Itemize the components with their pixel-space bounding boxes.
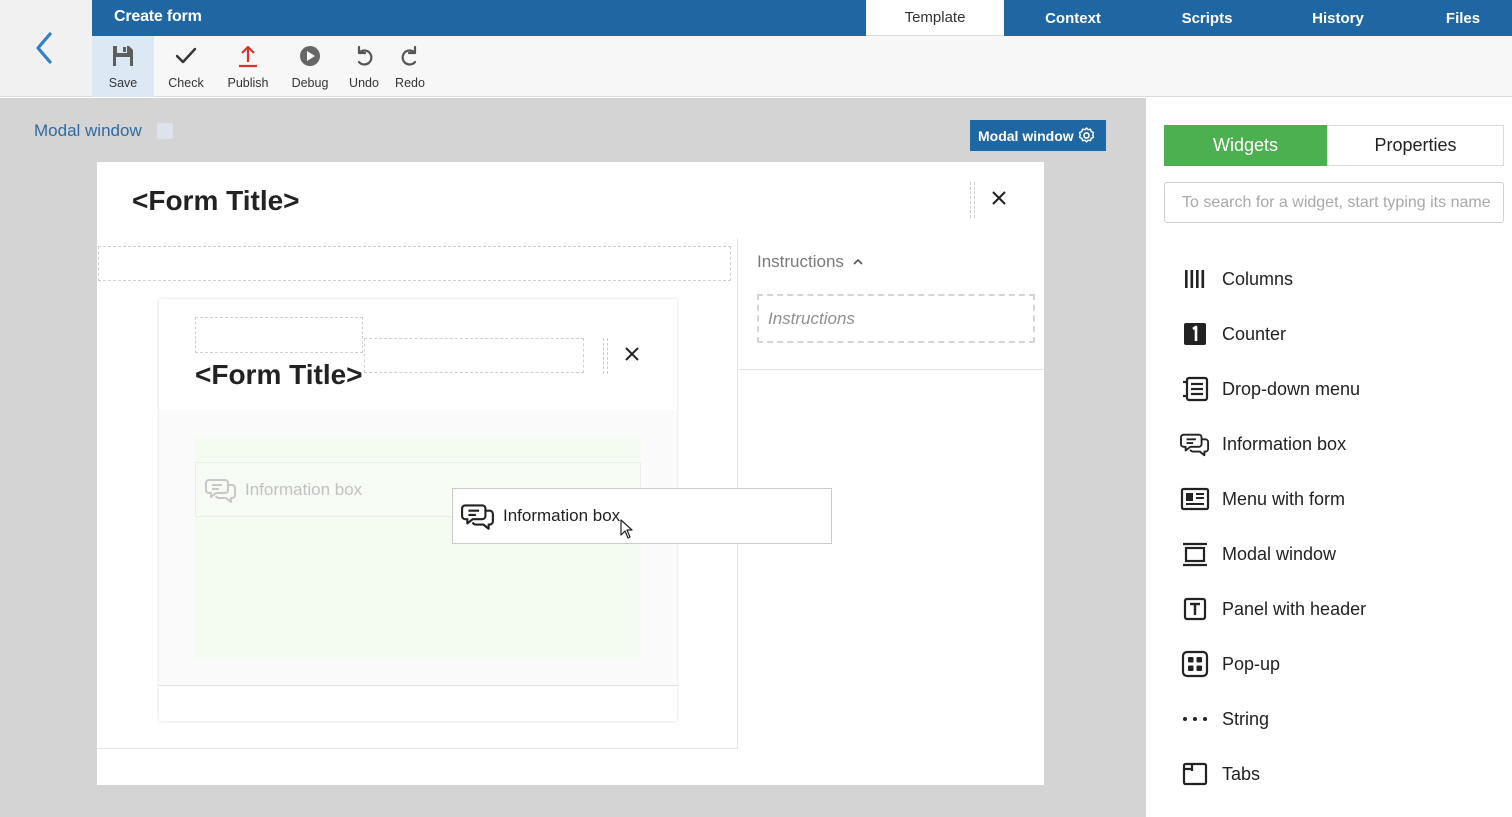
widget-panel: Widgets Properties Columns Counter [1146,98,1512,817]
back-button[interactable] [28,28,64,68]
information-box-icon [1180,433,1210,457]
selected-widget-badge[interactable]: Modal window [970,120,1106,151]
save-button[interactable]: Save [92,36,154,97]
panel-with-header-icon [1183,597,1207,621]
instructions-header: Instructions [757,252,844,271]
widget-item-tabs[interactable]: Tabs [1180,754,1260,794]
widget-item-modal-window[interactable]: Modal window [1180,534,1336,574]
check-icon [175,47,197,64]
instructions-field[interactable]: Instructions [757,294,1035,343]
widget-item-popup[interactable]: Pop-up [1180,644,1280,684]
outer-form-title: <Form Title> [132,185,300,216]
top-bar: Create form Template Context Scripts His… [92,0,1512,36]
outer-drag-handle[interactable] [970,182,975,218]
chat-bubbles-icon [205,478,236,503]
publish-button[interactable]: Publish [218,36,278,97]
check-label: Check [168,76,204,90]
dragging-information-box[interactable]: Information box [452,488,832,544]
widget-item-label: Menu with form [1222,488,1346,509]
widget-item-label: Counter [1222,323,1287,344]
instructions-toggle[interactable]: Instructions [757,252,864,272]
publish-label: Publish [227,76,269,90]
publish-icon [239,45,257,68]
popup-icon [1181,650,1209,678]
widget-item-information-box[interactable]: Information box [1180,424,1346,464]
breadcrumb[interactable]: Modal window [34,121,142,141]
debug-play-icon [300,46,320,66]
columns-icon [1185,270,1205,288]
chevron-left-icon [36,32,52,64]
modal-window-icon [1183,542,1207,567]
widget-item-string[interactable]: String [1180,699,1269,739]
string-icon [1183,717,1207,721]
inner-drop-placeholder-2[interactable] [364,338,584,373]
tab-history[interactable]: History [1272,0,1404,36]
gear-icon[interactable] [1077,126,1096,145]
ghost-information-box-label: Information box [245,479,363,499]
debug-button[interactable]: Debug [280,36,340,97]
tab-template[interactable]: Template [866,0,1004,36]
undo-icon [357,45,373,66]
debug-label: Debug [291,76,329,90]
tab-context[interactable]: Context [1004,0,1142,36]
widget-item-label: Information box [1222,433,1347,454]
widget-item-menu-with-form[interactable]: Menu with form [1180,479,1345,519]
breadcrumb-marker-icon [157,123,173,139]
widget-item-panel-with-header[interactable]: Panel with header [1180,589,1366,629]
inner-form-title: <Form Title> [195,359,363,390]
page-title: Create form [114,8,202,25]
redo-label: Redo [395,76,425,90]
undo-label: Undo [349,76,379,90]
widget-item-label: Drop-down menu [1222,378,1361,399]
tab-scripts[interactable]: Scripts [1142,0,1272,36]
redo-button[interactable]: Redo [388,36,432,97]
inner-drag-handle[interactable] [603,338,608,374]
redo-icon [401,45,417,66]
widget-item-label: Columns [1222,268,1294,289]
widget-item-dropdown-menu[interactable]: Drop-down menu [1180,369,1360,409]
chat-bubbles-icon [461,504,494,530]
design-canvas: Modal window Modal window <Form Title> I… [0,98,1146,817]
tab-widgets[interactable]: Widgets [1164,125,1327,166]
undo-button[interactable]: Undo [340,36,388,97]
outer-modal-window[interactable]: <Form Title> Instructions Instructions <… [97,162,1044,785]
mouse-cursor-icon [620,519,633,539]
chevron-up-icon [853,258,863,265]
widget-item-label: Pop-up [1222,653,1281,674]
save-icon [113,46,133,66]
tabs-icon [1182,762,1208,786]
widget-item-columns[interactable]: Columns [1180,259,1293,299]
save-label: Save [108,76,138,90]
outer-footer [97,748,738,785]
dropdown-menu-icon [1183,376,1209,402]
inner-drop-placeholder-1[interactable] [195,317,363,353]
widget-item-label: Tabs [1222,763,1261,784]
back-panel [0,0,92,97]
widget-item-label: String [1222,708,1270,729]
widget-item-counter[interactable]: Counter [1180,314,1286,354]
divider [739,369,1044,370]
dragging-information-box-label: Information box [503,506,621,525]
tab-properties[interactable]: Properties [1327,125,1504,166]
tab-files[interactable]: Files [1404,0,1512,36]
inner-footer [159,685,677,721]
menu-with-form-icon [1180,487,1210,511]
toolbar: Save Check Publish Debug Undo Redo [92,36,1512,97]
widget-search-input[interactable] [1164,182,1504,223]
widget-item-label: Panel with header [1222,598,1367,619]
outer-close-icon[interactable] [990,189,1008,207]
check-button[interactable]: Check [155,36,217,97]
outer-drop-placeholder[interactable] [98,246,731,281]
counter-icon [1184,323,1206,345]
selected-widget-label: Modal window [978,127,1074,144]
inner-close-icon[interactable] [624,346,640,362]
widget-item-label: Modal window [1222,543,1337,564]
